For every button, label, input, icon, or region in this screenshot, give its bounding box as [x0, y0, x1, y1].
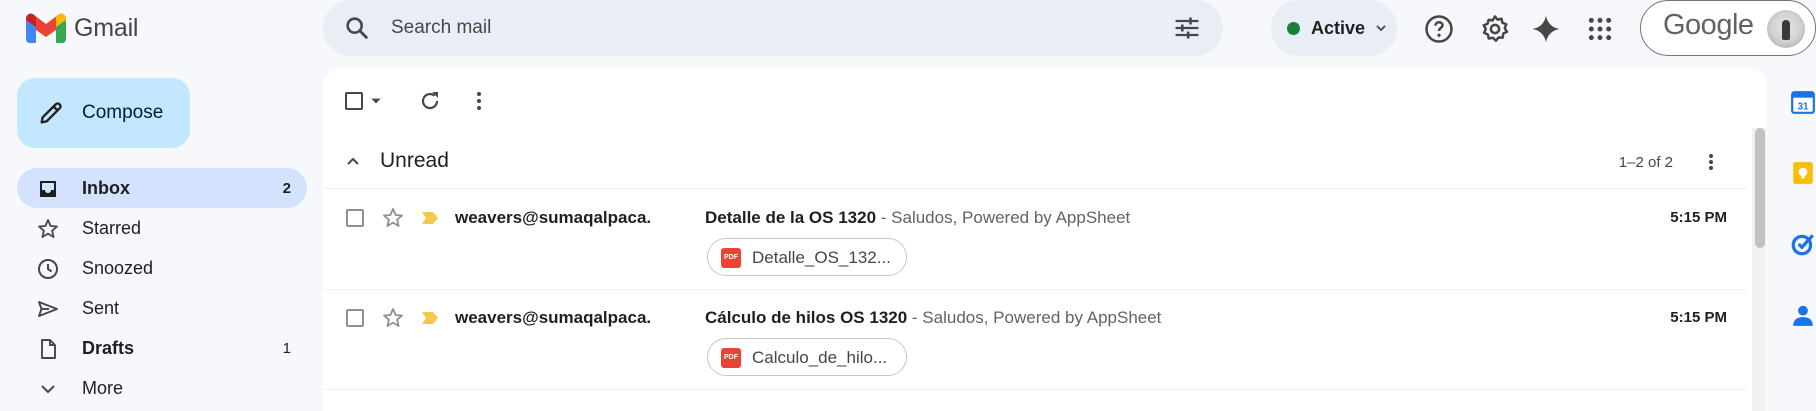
- pencil-icon: [40, 102, 62, 124]
- sidebar-item-label: Sent: [82, 298, 120, 318]
- section-header-unread[interactable]: Unread 1–2 of 2: [323, 134, 1747, 189]
- attachment-name: Calculo_de_hilo...: [752, 348, 888, 367]
- refresh-icon: [421, 92, 439, 110]
- sidebar-item-label: Snoozed: [82, 258, 154, 278]
- sidebar-item-snoozed[interactable]: Snoozed: [17, 248, 307, 288]
- select-all-checkbox[interactable]: [345, 92, 363, 110]
- more-vert-icon: [477, 92, 481, 110]
- star-icon: [38, 219, 58, 238]
- email-subject: Cálculo de hilos OS 1320: [705, 308, 908, 327]
- email-subject: Detalle de la OS 1320: [705, 208, 877, 227]
- sidebar-item-label: Starred: [82, 218, 142, 238]
- unread-count: 2: [282, 180, 291, 197]
- clock-icon: [38, 259, 58, 279]
- send-icon: [38, 301, 58, 317]
- select-all-dropdown[interactable]: [345, 87, 383, 115]
- draft-count: 1: [282, 340, 291, 357]
- row-checkbox[interactable]: [346, 309, 364, 327]
- help-icon: [1425, 15, 1453, 43]
- important-marker-icon[interactable]: [420, 309, 440, 327]
- apps-button[interactable]: [1585, 14, 1615, 44]
- compose-button[interactable]: Compose: [17, 78, 190, 148]
- search-options-icon[interactable]: [1173, 14, 1201, 42]
- calendar-icon[interactable]: 31: [1790, 89, 1816, 115]
- sidebar-item-starred[interactable]: Starred: [17, 208, 307, 248]
- gemini-sparkle-icon: [1532, 15, 1560, 43]
- section-title: Unread: [380, 149, 449, 172]
- pdf-icon: PDF: [721, 348, 741, 368]
- message-list-panel: Unread 1–2 of 2 weavers@sumaqalpaca. Det…: [323, 69, 1767, 411]
- status-dropdown[interactable]: Active: [1271, 0, 1397, 56]
- chevron-down-icon: [41, 385, 55, 394]
- star-icon[interactable]: [381, 306, 405, 330]
- apps-grid-icon: [1588, 17, 1612, 41]
- subject-line: Detalle de la OS 1320 - Saludos, Powered…: [705, 208, 1130, 228]
- attachment-chip[interactable]: PDF Calculo_de_hilo...: [707, 338, 907, 376]
- sender-name: weavers@sumaqalpaca.: [455, 208, 652, 227]
- subject-line: Cálculo de hilos OS 1320 - Saludos, Powe…: [705, 308, 1161, 328]
- search-icon[interactable]: [343, 14, 371, 42]
- pagination-range: 1–2 of 2: [1618, 154, 1673, 171]
- settings-button[interactable]: [1480, 14, 1510, 44]
- attachment-chip[interactable]: PDF Detalle_OS_132...: [707, 238, 907, 276]
- sidebar-item-inbox[interactable]: Inbox 2: [17, 168, 307, 208]
- help-button[interactable]: [1424, 14, 1454, 44]
- svg-text:31: 31: [1798, 102, 1809, 113]
- compose-label: Compose: [82, 102, 164, 123]
- sidebar-item-drafts[interactable]: Drafts 1: [17, 328, 307, 368]
- more-actions-button[interactable]: [469, 87, 489, 115]
- sidebar-item-sent[interactable]: Sent: [17, 288, 307, 328]
- account-switcher[interactable]: Google: [1640, 0, 1816, 56]
- sidebar-item-label: Inbox: [82, 178, 130, 198]
- gemini-button[interactable]: [1531, 14, 1561, 44]
- status-dot-icon: [1287, 22, 1300, 35]
- search-bar[interactable]: Search mail: [323, 0, 1223, 56]
- sidebar-item-label: More: [82, 378, 124, 398]
- chevron-down-icon: [1376, 25, 1386, 32]
- sender-name: weavers@sumaqalpaca.: [455, 308, 652, 327]
- email-snippet: - Saludos, Powered by AppSheet: [907, 308, 1162, 327]
- gmail-logo[interactable]: Gmail: [26, 11, 138, 45]
- email-time: 5:15 PM: [1670, 209, 1727, 226]
- email-snippet: - Saludos, Powered by AppSheet: [876, 208, 1131, 227]
- app-name: Gmail: [74, 13, 139, 42]
- scrollbar-thumb[interactable]: [1755, 128, 1765, 248]
- email-row[interactable]: weavers@sumaqalpaca. Cálculo de hilos OS…: [323, 290, 1747, 390]
- google-brand-text: Google: [1663, 9, 1754, 41]
- more-vert-icon[interactable]: [1701, 152, 1721, 172]
- refresh-button[interactable]: [418, 87, 442, 115]
- sidebar-item-label: Drafts: [82, 338, 135, 358]
- sidebar-item-more[interactable]: More: [17, 368, 307, 408]
- inbox-icon: [40, 181, 56, 197]
- gear-icon: [1482, 15, 1509, 42]
- caret-down-icon[interactable]: [369, 94, 383, 108]
- status-label: Active: [1311, 18, 1366, 38]
- row-checkbox[interactable]: [346, 209, 364, 227]
- email-time: 5:15 PM: [1670, 309, 1727, 326]
- star-icon[interactable]: [381, 206, 405, 230]
- tasks-icon[interactable]: [1790, 231, 1816, 257]
- contacts-icon[interactable]: [1790, 302, 1816, 328]
- keep-icon[interactable]: [1790, 160, 1816, 186]
- gmail-m-icon: [26, 13, 66, 43]
- avatar[interactable]: [1767, 10, 1805, 48]
- search-input[interactable]: Search mail: [391, 17, 491, 39]
- email-row[interactable]: weavers@sumaqalpaca. Detalle de la OS 13…: [323, 190, 1747, 290]
- pdf-icon: PDF: [721, 248, 741, 268]
- chevron-up-icon[interactable]: [344, 153, 362, 171]
- draft-icon: [41, 339, 56, 359]
- attachment-name: Detalle_OS_132...: [752, 248, 891, 267]
- important-marker-icon[interactable]: [420, 209, 440, 227]
